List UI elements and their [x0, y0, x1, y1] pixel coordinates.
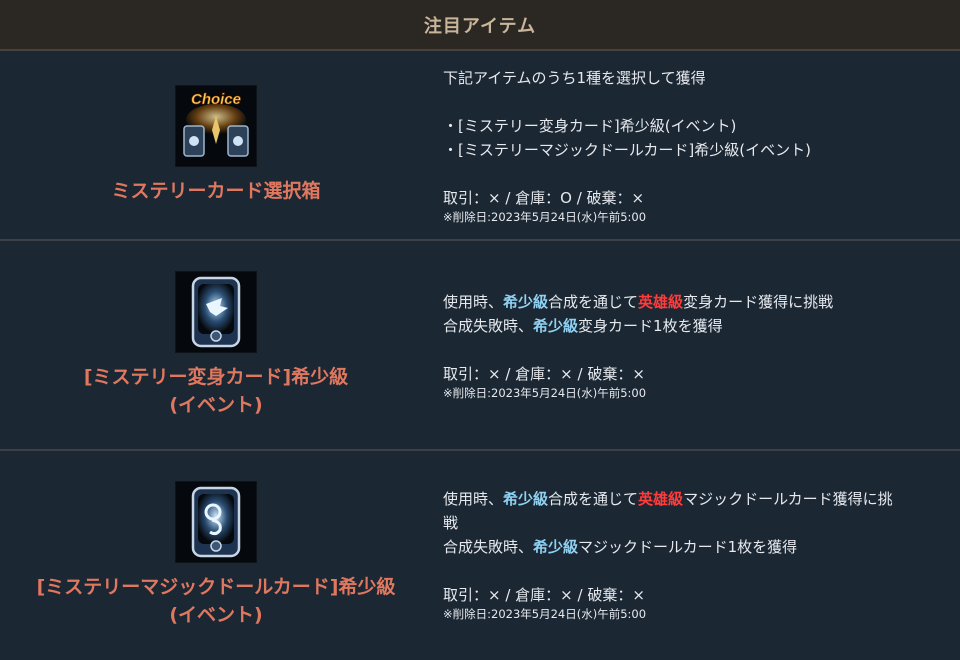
item-name-line: [ミステリー変身カード]希少級	[83, 366, 349, 388]
item-name: [ミステリーマジックドールカード]希少級 (イベント)	[37, 573, 396, 629]
rare-grade-highlight: 希少級	[503, 292, 549, 311]
mystery-transform-card-icon	[175, 271, 257, 353]
choice-box-icon: Choice	[175, 85, 257, 167]
desc-text: 合成失敗時、	[443, 316, 534, 335]
desc-text: 合成を通じて	[548, 490, 639, 508]
desc-text: マジックドールカード獲得に挑	[683, 490, 893, 508]
hero-grade-highlight: 英雄級	[638, 490, 684, 508]
item-name-line: (イベント)	[169, 394, 263, 416]
desc-text: マジックドールカード1枚を獲得	[578, 538, 798, 556]
trade-info: 取引：× / 倉庫：× / 破棄：×	[443, 364, 645, 383]
deletion-date: ※削除日:2023年5月24日(水)午前5:00	[443, 607, 647, 621]
item-left-cell: [ミステリー変身カード]希少級 (イベント)	[0, 241, 432, 449]
item-description: 下記アイテムのうち1種を選択して獲得 ・[ミステリー変身カード]希少級(イベント…	[432, 51, 960, 239]
desc-line: 戦	[443, 511, 960, 535]
svg-text:Choice: Choice	[191, 91, 241, 108]
rare-grade-highlight: 希少級	[533, 538, 579, 556]
rare-grade-highlight: 希少級	[533, 316, 579, 335]
item-row: [ミステリー変身カード]希少級 (イベント) 使用時、希少級合成を通じて英雄級変…	[0, 241, 960, 451]
desc-line: 使用時、希少級合成を通じて英雄級変身カード獲得に挑戦	[443, 290, 960, 314]
desc-text: 使用時、	[443, 490, 504, 508]
desc-line: 合成失敗時、希少級マジックドールカード1枚を獲得	[443, 535, 960, 559]
item-name: [ミステリー変身カード]希少級 (イベント)	[84, 363, 348, 419]
hero-grade-highlight: 英雄級	[638, 292, 684, 311]
item-description: 使用時、希少級合成を通じて英雄級変身カード獲得に挑戦 合成失敗時、希少級変身カー…	[432, 241, 960, 449]
item-name-line: (イベント)	[169, 603, 263, 626]
desc-text: 変身カード獲得に挑戦	[683, 292, 834, 311]
desc-text: 変身カード1枚を獲得	[578, 316, 723, 335]
item-row: [ミステリーマジックドールカード]希少級 (イベント) 使用時、希少級合成を通じ…	[0, 451, 960, 658]
item-name-line: ミステリーカード選択箱	[111, 180, 321, 202]
deletion-date: ※削除日:2023年5月24日(水)午前5:00	[443, 209, 647, 224]
desc-text: 合成を通じて	[548, 292, 639, 311]
trade-info: 取引：× / 倉庫：× / 破棄：×	[443, 586, 645, 604]
item-left-cell: [ミステリーマジックドールカード]希少級 (イベント)	[0, 451, 432, 658]
trade-info: 取引：× / 倉庫：O / 破棄：×	[443, 188, 645, 207]
rare-grade-highlight: 希少級	[503, 490, 549, 508]
item-left-cell: Choice ミステリーカード選択箱	[0, 51, 432, 239]
item-description: 使用時、希少級合成を通じて英雄級マジックドールカード獲得に挑 戦 合成失敗時、希…	[432, 451, 960, 658]
desc-intro: 下記アイテムのうち1種を選択して獲得	[443, 68, 706, 87]
section-header: 注目アイテム	[0, 0, 960, 51]
item-name: ミステリーカード選択箱	[111, 177, 320, 205]
desc-text: 使用時、	[443, 292, 504, 311]
deletion-date: ※削除日:2023年5月24日(水)午前5:00	[443, 385, 647, 400]
option-line: ・[ミステリーマジックドールカード]希少級(イベント)	[443, 140, 811, 159]
mystery-magic-doll-card-icon	[175, 480, 257, 563]
desc-text: 合成失敗時、	[443, 538, 534, 556]
desc-line: 合成失敗時、希少級変身カード1枚を獲得	[443, 314, 960, 338]
item-row: Choice ミステリーカード選択箱 下記アイテムのうち1種を選択して獲得 ・[…	[0, 51, 960, 241]
desc-text: 戦	[443, 514, 459, 532]
option-line: ・[ミステリー変身カード]希少級(イベント)	[443, 116, 737, 135]
item-name-line: [ミステリーマジックドールカード]希少級	[36, 575, 396, 598]
section-title: 注目アイテム	[423, 15, 537, 37]
desc-line: 使用時、希少級合成を通じて英雄級マジックドールカード獲得に挑	[443, 487, 960, 511]
